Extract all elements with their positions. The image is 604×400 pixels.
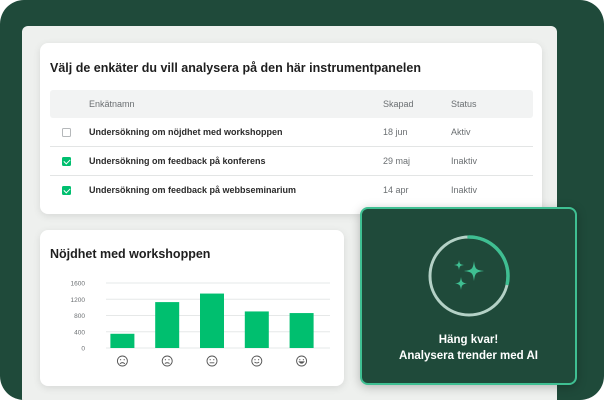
survey-name: Undersökning om feedback på konferens <box>89 156 266 166</box>
bar <box>110 333 135 348</box>
ai-analysis-card[interactable]: Häng kvar! Analysera trender med AI <box>360 207 577 385</box>
y-tick-label: 0 <box>81 346 85 353</box>
column-header-name[interactable]: Enkätnamn <box>89 99 135 109</box>
very-dissatisfied-face-icon <box>116 355 128 367</box>
dissatisfied-face-icon <box>161 355 173 367</box>
survey-selector-title: Välj de enkäter du vill analysera på den… <box>50 61 421 75</box>
sparkles-icon <box>454 260 484 290</box>
bar <box>289 313 314 348</box>
survey-status: Inaktiv <box>451 185 478 195</box>
y-tick-label: 400 <box>74 329 85 336</box>
table-row[interactable]: Undersökning om feedback på webbseminari… <box>50 176 533 205</box>
chart-card: Nöjdhet med workshoppen 0 400 800 1200 1600 <box>40 230 344 386</box>
survey-status: Aktiv <box>451 127 471 137</box>
ai-card-heading: Häng kvar! <box>438 334 499 346</box>
neutral-face-icon <box>206 355 218 367</box>
y-tick-label: 800 <box>74 313 85 320</box>
survey-status: Inaktiv <box>451 156 478 166</box>
survey-created: 14 apr <box>383 185 409 195</box>
row-checkbox[interactable] <box>62 128 71 137</box>
table-row[interactable]: Undersökning om nöjdhet med workshoppen … <box>50 118 533 147</box>
table-header: Enkätnamn Skapad Status <box>50 90 533 118</box>
survey-name: Undersökning om feedback på webbseminari… <box>89 185 297 195</box>
app-frame: Välj de enkäter du vill analysera på den… <box>0 0 604 400</box>
survey-created: 29 maj <box>383 156 411 166</box>
row-checkbox[interactable] <box>62 157 71 166</box>
bar <box>155 302 180 348</box>
satisfied-face-icon <box>251 355 263 367</box>
progress-ring <box>428 235 510 317</box>
very-satisfied-face-icon <box>296 355 308 367</box>
survey-name: Undersökning om nöjdhet med workshoppen <box>89 127 283 137</box>
row-checkbox[interactable] <box>62 186 71 195</box>
column-header-status[interactable]: Status <box>451 99 477 109</box>
bar <box>200 293 224 348</box>
table-row[interactable]: Undersökning om feedback på konferens 29… <box>50 147 533 176</box>
survey-selector-card: Välj de enkäter du vill analysera på den… <box>40 43 542 214</box>
ai-card-subheading: Analysera trender med AI <box>399 350 538 362</box>
column-header-created[interactable]: Skapad <box>383 99 414 109</box>
survey-created: 18 jun <box>383 127 408 137</box>
y-tick-label: 1200 <box>71 297 86 304</box>
bar <box>244 311 269 348</box>
bar-chart: 0 400 800 1200 1600 <box>71 281 330 367</box>
y-tick-label: 1600 <box>71 281 86 288</box>
